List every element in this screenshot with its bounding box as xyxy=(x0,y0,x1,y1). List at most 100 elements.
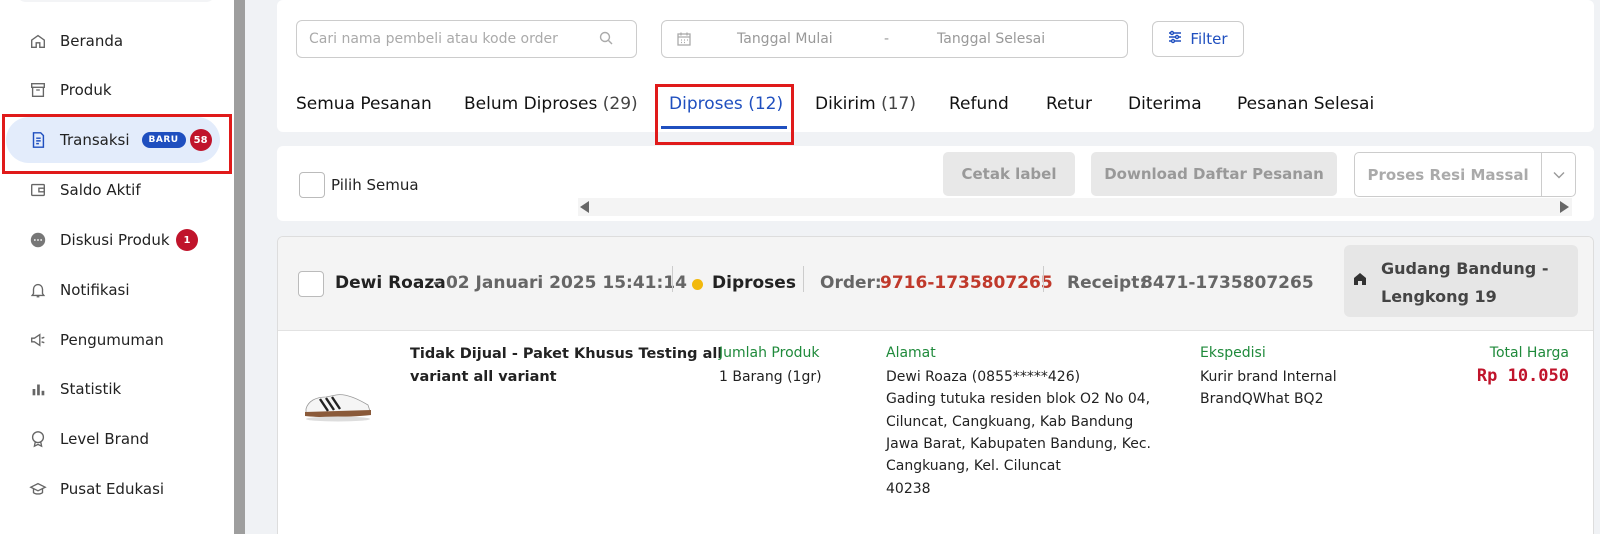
sidebar-item-label: Level Brand xyxy=(60,430,150,448)
address-line: Jawa Barat, Kabupaten Bandung, Kec. xyxy=(886,436,1151,452)
address-line: Cangkuang, Kel. Ciluncat xyxy=(886,458,1061,474)
status-dot-icon xyxy=(692,279,703,290)
select-all-label: Pilih Semua xyxy=(331,176,419,194)
sidebar-item-beranda[interactable]: Beranda xyxy=(6,18,220,64)
warehouse-box: Gudang Bandung - Lengkong 19 xyxy=(1344,245,1578,317)
tab-label: Refund xyxy=(949,94,1009,114)
buyer-name: Dewi Roaza xyxy=(335,273,446,293)
date-start-field[interactable]: Tanggal Mulai xyxy=(737,31,833,47)
tab-count: (17) xyxy=(881,94,916,114)
tab-label: Semua Pesanan xyxy=(296,94,432,114)
scroll-right-arrow-icon[interactable] xyxy=(1560,201,1569,213)
medal-icon xyxy=(28,429,48,449)
tab-label: Retur xyxy=(1046,94,1092,114)
tab-semua-pesanan[interactable]: Semua Pesanan xyxy=(296,94,432,114)
address-header: Alamat xyxy=(886,345,936,361)
sidebar-item-label: Diskusi Produk xyxy=(60,231,170,249)
order-code-label: Order: xyxy=(820,273,882,293)
tab-label: Belum Diproses xyxy=(464,94,598,114)
tab-retur[interactable]: Retur xyxy=(1046,94,1092,114)
courier-line: BrandQWhat BQ2 xyxy=(1200,391,1324,407)
order-card: Dewi Roaza - 02 Januari 2025 15:41:14 Di… xyxy=(277,236,1594,534)
address-line: 40238 xyxy=(886,481,931,497)
filter-button[interactable]: Filter xyxy=(1152,21,1244,57)
sidebar-item-label: Produk xyxy=(60,81,112,99)
sidebar-item-produk[interactable]: Produk xyxy=(6,67,220,113)
bell-icon xyxy=(28,280,48,300)
print-label-button[interactable]: Cetak label xyxy=(943,152,1075,196)
warehouse-home-icon xyxy=(1352,271,1368,291)
courier-line: Kurir brand Internal xyxy=(1200,369,1337,385)
tab-dikirim[interactable]: Dikirim (17) xyxy=(815,94,916,114)
quantity-header: Jumlah Produk xyxy=(719,345,820,361)
receipt-label: Receipt: xyxy=(1067,273,1147,293)
search-field[interactable] xyxy=(296,20,637,58)
order-code[interactable]: 9716-1735807265 xyxy=(880,273,1053,293)
date-range-picker[interactable]: Tanggal Mulai - Tanggal Selesai xyxy=(661,20,1128,58)
tab-refund[interactable]: Refund xyxy=(949,94,1009,114)
product-name-line1[interactable]: Tidak Dijual - Paket Khusus Testing all xyxy=(410,343,722,366)
graduation-cap-icon xyxy=(28,479,48,499)
date-separator: - xyxy=(884,31,890,47)
bar-chart-icon xyxy=(28,379,48,399)
order-checkbox[interactable] xyxy=(298,271,324,297)
sidebar-item-diskusi-produk[interactable]: Diskusi Produk 1 xyxy=(6,217,220,263)
sidebar-item-label: Saldo Aktif xyxy=(60,181,141,199)
address-line: Gading tutuka residen blok O2 No 04, xyxy=(886,391,1151,407)
divider xyxy=(1043,266,1044,292)
notification-count-badge: 1 xyxy=(176,229,198,251)
download-order-list-button[interactable]: Download Daftar Pesanan xyxy=(1091,152,1337,196)
tab-label: Dikirim xyxy=(815,94,876,114)
address-line: Dewi Roaza (0855*****426) xyxy=(886,369,1081,385)
scroll-left-arrow-icon[interactable] xyxy=(580,201,589,213)
status-badge: Diproses xyxy=(712,273,796,293)
sidebar-item-label: Notifikasi xyxy=(60,281,130,299)
warehouse-name-line2: Lengkong 19 xyxy=(1381,287,1497,306)
bulk-receipt-dropdown[interactable]: Proses Resi Massal xyxy=(1354,152,1576,197)
megaphone-icon xyxy=(28,330,48,350)
product-image[interactable] xyxy=(302,383,374,423)
tab-belum-diproses[interactable]: Belum Diproses (29) xyxy=(464,94,638,114)
tab-label: Pesanan Selesai xyxy=(1237,94,1375,114)
divider xyxy=(803,266,804,292)
quantity-value: 1 Barang (1gr) xyxy=(719,369,822,385)
bulk-receipt-button-label[interactable]: Proses Resi Massal xyxy=(1355,166,1541,184)
total-price-value: Rp 10.050 xyxy=(1476,366,1569,386)
date-end-field[interactable]: Tanggal Selesai xyxy=(937,31,1045,47)
sidebar-item-level-brand[interactable]: Level Brand xyxy=(6,416,220,462)
product-name-line2[interactable]: variant all variant xyxy=(410,366,557,389)
sidebar-item-statistik[interactable]: Statistik xyxy=(6,366,220,412)
tab-count: (29) xyxy=(602,94,638,114)
highlight-transaksi xyxy=(2,114,232,174)
total-price-header: Total Harga xyxy=(1489,345,1569,361)
address-line: Ciluncat, Cangkuang, Kab Bandung xyxy=(886,414,1134,430)
sidebar-item-notifikasi[interactable]: Notifikasi xyxy=(6,267,220,313)
order-date: - 02 Januari 2025 15:41:14 xyxy=(433,273,687,293)
chevron-down-icon[interactable] xyxy=(1542,171,1575,179)
chat-icon xyxy=(28,230,48,250)
search-icon[interactable] xyxy=(599,30,613,49)
sidebar-scrollbar[interactable] xyxy=(234,0,245,534)
divider xyxy=(672,266,673,292)
sidebar-item-label: Beranda xyxy=(60,32,124,50)
calendar-icon xyxy=(676,31,692,51)
tab-label: Diterima xyxy=(1128,94,1202,114)
sidebar-item-label: Pengumuman xyxy=(60,331,164,349)
horizontal-scrollbar[interactable] xyxy=(578,198,1572,216)
tab-pesanan-selesai[interactable]: Pesanan Selesai xyxy=(1237,94,1374,114)
order-header: Dewi Roaza - 02 Januari 2025 15:41:14 Di… xyxy=(278,237,1593,331)
select-all-checkbox[interactable] xyxy=(299,172,325,198)
wallet-icon xyxy=(28,180,48,200)
sidebar-item-pusat-edukasi[interactable]: Pusat Edukasi xyxy=(6,466,220,512)
sidebar-item-label: Statistik xyxy=(60,380,122,398)
sidebar-item-pengumuman[interactable]: Pengumuman xyxy=(6,317,220,363)
tab-diterima[interactable]: Diterima xyxy=(1128,94,1202,114)
warehouse-name-line1: Gudang Bandung - xyxy=(1381,259,1549,278)
sidebar-top-edge xyxy=(16,0,216,2)
receipt-code: 8471-1735807265 xyxy=(1141,273,1314,293)
search-input[interactable] xyxy=(309,31,599,47)
sidebar: Beranda Produk Transaksi BARU 58 Saldo A… xyxy=(0,0,234,534)
box-icon xyxy=(28,80,48,100)
courier-header: Ekspedisi xyxy=(1200,345,1266,361)
filter-label: Filter xyxy=(1190,30,1228,48)
